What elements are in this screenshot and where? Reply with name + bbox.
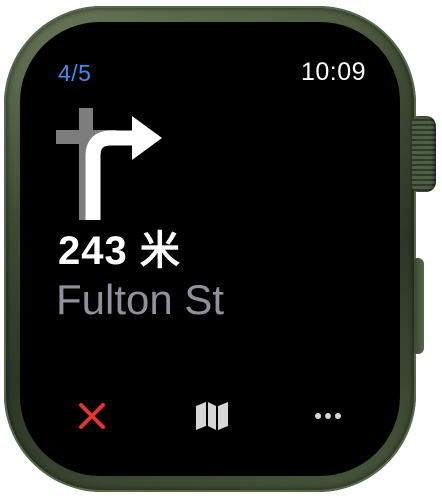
side-button[interactable]: [414, 258, 424, 354]
distance-remaining: 243 米: [58, 229, 181, 273]
end-route-button[interactable]: [72, 396, 112, 436]
digital-crown[interactable]: [412, 116, 436, 192]
map-icon: [196, 402, 228, 430]
clock-time: 10:09: [300, 58, 366, 86]
more-icon: [313, 413, 343, 419]
map-button[interactable]: [192, 396, 232, 436]
more-options-button[interactable]: [308, 396, 348, 436]
street-name: Fulton St: [56, 276, 225, 323]
step-counter: 4/5: [58, 60, 92, 86]
turn-right-arrow-icon: [56, 108, 162, 220]
turn-path: [85, 130, 136, 220]
watch-screen: 4/5 10:09 243 米 Fulton St: [20, 22, 400, 476]
close-icon: [79, 403, 105, 429]
turn-arrowhead: [132, 116, 162, 160]
